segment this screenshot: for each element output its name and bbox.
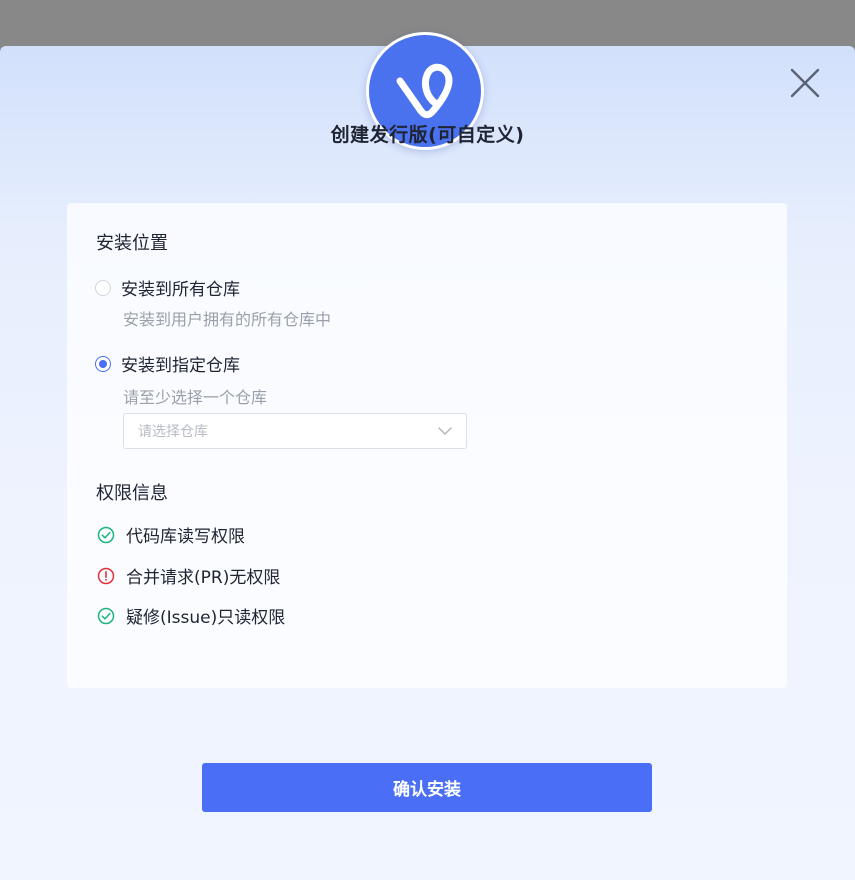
radio-install-selected[interactable]: 安装到指定仓库 [95, 351, 240, 376]
check-circle-icon [97, 607, 115, 625]
close-icon [790, 68, 820, 98]
dialog-title: 创建发行版(可自定义) [330, 124, 525, 146]
repo-select[interactable]: 请选择仓库 [123, 413, 467, 449]
exclamation-circle-icon [97, 567, 115, 585]
permission-text: 合并请求(PR)无权限 [126, 568, 281, 588]
radio-button[interactable] [95, 279, 111, 296]
permission-text: 代码库读写权限 [126, 527, 245, 547]
create-release-dialog: 创建发行版(可自定义) 安装位置 安装到所有仓库 安装到用户拥有的所有仓库中 安… [0, 32, 855, 880]
radio-desc-install-selected: 请至少选择一个仓库 [123, 388, 268, 407]
radio-desc-install-all: 安装到用户拥有的所有仓库中 [123, 310, 332, 329]
repo-select-placeholder: 请选择仓库 [138, 424, 208, 440]
radio-button-checked[interactable] [95, 355, 111, 372]
confirm-install-button[interactable]: 确认安装 [202, 763, 652, 812]
install-location-title: 安装位置 [96, 233, 168, 254]
chevron-down-icon [438, 427, 452, 435]
permission-item: 疑修(Issue)只读权限 [97, 603, 285, 628]
radio-install-all[interactable]: 安装到所有仓库 [95, 275, 240, 300]
check-circle-icon [97, 526, 115, 544]
settings-card: 安装位置 安装到所有仓库 安装到用户拥有的所有仓库中 安装到指定仓库 请至少选择… [67, 203, 787, 688]
radio-label-install-selected: 安装到指定仓库 [121, 356, 240, 376]
permission-item: 合并请求(PR)无权限 [97, 563, 280, 588]
v-logo-icon [396, 63, 453, 119]
permission-item: 代码库读写权限 [97, 522, 245, 547]
radio-label-install-all: 安装到所有仓库 [121, 280, 240, 300]
permissions-title: 权限信息 [96, 483, 168, 504]
close-button[interactable] [786, 64, 824, 102]
permission-text: 疑修(Issue)只读权限 [126, 608, 286, 628]
